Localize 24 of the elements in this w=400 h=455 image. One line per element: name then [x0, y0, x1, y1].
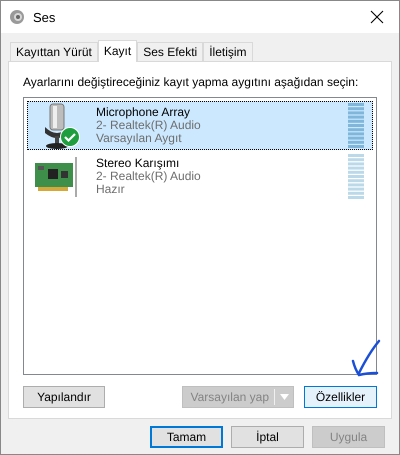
speaker-icon [9, 9, 25, 25]
tab[interactable]: Kayıttan Yürüt [10, 42, 98, 61]
tab[interactable]: İletişim [203, 42, 253, 61]
sound-card-icon [34, 156, 80, 196]
level-meter-icon [348, 154, 364, 200]
window-title: Ses [33, 10, 56, 24]
tab[interactable]: Kayıt [98, 40, 138, 62]
caret-icon [280, 394, 289, 400]
device-row[interactable]: Stereo Karışımı 2- Realtek(R) Audio Hazır [27, 152, 373, 201]
device-driver: 2- Realtek(R) Audio [96, 170, 202, 183]
tab[interactable]: Ses Efekti [137, 42, 204, 61]
device-row[interactable]: Microphone Array 2- Realtek(R) Audio Varsayılan Aygıt [27, 101, 373, 150]
close-icon [370, 10, 384, 24]
properties-button[interactable]: Özellikler [304, 386, 377, 408]
instruction-text: Ayarlarını değiştireceğiniz kayıt yapma aygıtını aşağıdan seçin: [23, 75, 360, 89]
dialog-button[interactable]: İptal [231, 426, 304, 448]
device-name: Microphone Array [96, 106, 192, 119]
device-status: Varsayılan Aygıt [96, 132, 183, 145]
device-driver: 2- Realtek(R) Audio [96, 119, 202, 132]
device-status: Hazır [96, 183, 125, 196]
configure-button[interactable]: Yapılandır [23, 386, 105, 408]
level-meter-icon [348, 102, 364, 148]
device-name: Stereo Karışımı [96, 157, 180, 170]
dialog-button[interactable]: Tamam [150, 426, 223, 448]
